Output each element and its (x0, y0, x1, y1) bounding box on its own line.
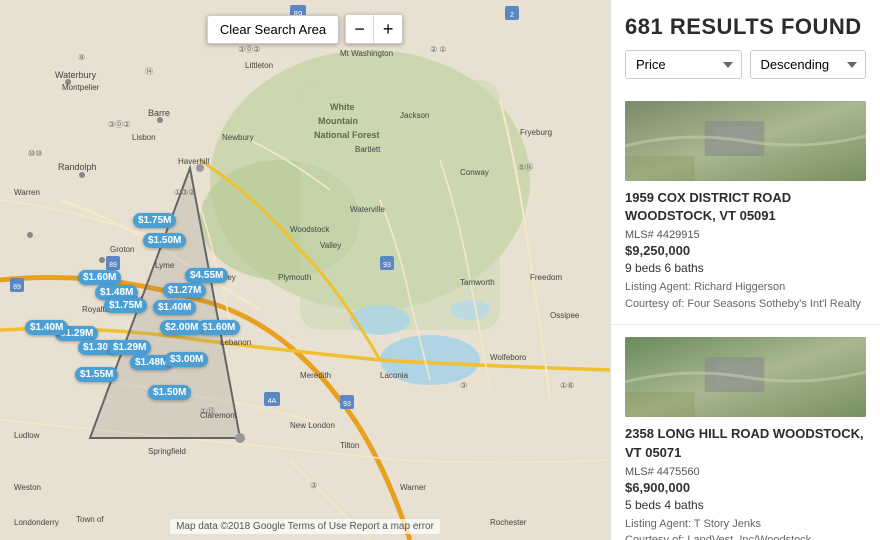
svg-text:⑨: ⑨ (78, 53, 85, 62)
svg-text:Mountain: Mountain (318, 116, 358, 126)
svg-text:89: 89 (109, 262, 117, 269)
svg-text:Town of: Town of (76, 515, 104, 524)
svg-text:Rochester: Rochester (490, 518, 527, 527)
listing-title: 1959 COX DISTRICT ROAD WOODSTOCK, VT 050… (625, 189, 866, 225)
svg-text:Lisbon: Lisbon (132, 133, 156, 142)
svg-text:Lyme: Lyme (155, 261, 175, 270)
price-marker[interactable]: $1.50M (143, 233, 186, 248)
svg-text:Bartlett: Bartlett (355, 145, 381, 154)
listing-agent: Listing Agent: T Story Jenks Courtesy of… (625, 516, 866, 540)
svg-text:③⓪②: ③⓪② (238, 45, 260, 54)
price-marker[interactable]: $1.40M (25, 320, 68, 335)
price-marker[interactable]: $3.00M (165, 352, 208, 367)
svg-text:Laconia: Laconia (380, 371, 409, 380)
svg-text:New London: New London (290, 421, 335, 430)
svg-text:Littleton: Littleton (245, 61, 273, 70)
svg-text:①③②: ①③② (174, 188, 196, 197)
listing-beds-baths: 5 beds 4 baths (625, 498, 866, 512)
svg-text:93: 93 (343, 401, 351, 408)
price-marker[interactable]: $2.00M (160, 320, 203, 335)
listing-beds-baths: 9 beds 6 baths (625, 261, 866, 275)
listing-card[interactable]: 1959 COX DISTRICT ROAD WOODSTOCK, VT 050… (611, 89, 880, 325)
listing-card[interactable]: 2358 LONG HILL ROAD WOODSTOCK, VT 05071 M… (611, 325, 880, 540)
price-marker[interactable]: $1.40M (153, 300, 196, 315)
svg-text:Valley: Valley (320, 241, 341, 250)
filter-row: Price Descending (625, 50, 866, 79)
price-marker[interactable]: $1.60M (197, 320, 240, 335)
svg-text:Jackson: Jackson (400, 111, 429, 120)
svg-text:Meredith: Meredith (300, 371, 331, 380)
listing-price: $6,900,000 (625, 480, 866, 495)
svg-text:Plymouth: Plymouth (278, 273, 311, 282)
svg-text:Fryeburg: Fryeburg (520, 128, 552, 137)
svg-text:③⓪②: ③⓪② (108, 120, 130, 129)
price-marker[interactable]: $1.29M (108, 340, 151, 355)
svg-text:Weston: Weston (14, 483, 41, 492)
svg-text:Groton: Groton (110, 245, 134, 254)
svg-text:Warren: Warren (14, 188, 40, 197)
map-container[interactable]: Waterbury Barre Randolph Montpelier Warr… (0, 0, 610, 540)
svg-text:Warner: Warner (400, 483, 426, 492)
svg-text:Londonderry: Londonderry (14, 518, 59, 527)
svg-text:Newbury: Newbury (222, 133, 254, 142)
listing-image (625, 101, 866, 181)
svg-text:4A: 4A (268, 398, 277, 405)
svg-text:Waterville: Waterville (350, 205, 385, 214)
price-marker[interactable]: $1.75M (133, 213, 176, 228)
zoom-controls: − + (345, 14, 403, 44)
price-marker[interactable]: $4.55M (185, 268, 228, 283)
listing-title: 2358 LONG HILL ROAD WOODSTOCK, VT 05071 (625, 425, 866, 461)
svg-text:①⑫: ①⑫ (200, 407, 215, 416)
map-attribution: Map data ©2018 Google Terms of Use Repor… (170, 519, 440, 534)
listing-mls: MLS# 4429915 (625, 229, 866, 241)
results-panel: 681 RESULTS FOUND Price Descending (610, 0, 880, 540)
svg-text:Springfield: Springfield (148, 447, 186, 456)
svg-text:Ossipee: Ossipee (550, 311, 580, 320)
svg-text:⑭: ⑭ (145, 67, 153, 76)
svg-text:93: 93 (383, 262, 391, 269)
svg-text:White: White (330, 102, 355, 112)
svg-text:Freedom: Freedom (530, 273, 562, 282)
svg-text:Woodstock: Woodstock (290, 225, 330, 234)
svg-text:Haverhill: Haverhill (178, 157, 209, 166)
map-toolbar: Clear Search Area − + (207, 14, 403, 44)
results-header: 681 RESULTS FOUND Price Descending (611, 0, 880, 89)
svg-text:⑩⑩: ⑩⑩ (28, 149, 42, 158)
listing-image (625, 337, 866, 417)
svg-text:③: ③ (310, 481, 317, 490)
price-marker[interactable]: $1.27M (163, 283, 206, 298)
results-count: 681 RESULTS FOUND (625, 14, 866, 40)
svg-text:Ludlow: Ludlow (14, 431, 40, 440)
svg-text:Montpelier: Montpelier (62, 83, 100, 92)
zoom-out-button[interactable]: − (346, 15, 374, 43)
price-marker[interactable]: $1.50M (148, 385, 191, 400)
clear-search-button[interactable]: Clear Search Area (207, 15, 339, 44)
svg-text:Tilton: Tilton (340, 441, 359, 450)
svg-text:National Forest: National Forest (314, 130, 380, 140)
svg-text:② ①: ② ① (430, 45, 447, 54)
svg-text:Mt Washington: Mt Washington (340, 49, 393, 58)
price-sort-select[interactable]: Price (625, 50, 742, 79)
price-marker[interactable]: $1.55M (75, 367, 118, 382)
listing-agent: Listing Agent: Richard Higgerson Courtes… (625, 279, 866, 312)
price-marker[interactable]: $1.75M (104, 298, 147, 313)
price-marker[interactable]: $1.60M (78, 270, 121, 285)
svg-text:Conway: Conway (460, 168, 489, 177)
results-list: 1959 COX DISTRICT ROAD WOODSTOCK, VT 050… (611, 89, 880, 540)
svg-text:③: ③ (460, 381, 467, 390)
order-sort-select[interactable]: Descending (750, 50, 867, 79)
svg-text:①⑥: ①⑥ (560, 381, 574, 390)
svg-text:Wolfeboro: Wolfeboro (490, 353, 527, 362)
svg-text:2: 2 (510, 12, 514, 19)
zoom-in-button[interactable]: + (374, 15, 402, 43)
svg-text:89: 89 (13, 284, 21, 291)
listing-mls: MLS# 4475560 (625, 466, 866, 478)
svg-text:⑤⑯: ⑤⑯ (518, 163, 533, 172)
svg-text:Randolph: Randolph (58, 162, 97, 172)
svg-text:Waterbury: Waterbury (55, 70, 97, 80)
svg-text:Tamworth: Tamworth (460, 278, 495, 287)
listing-price: $9,250,000 (625, 243, 866, 258)
svg-text:Lebanon: Lebanon (220, 338, 251, 347)
svg-text:Barre: Barre (148, 108, 170, 118)
